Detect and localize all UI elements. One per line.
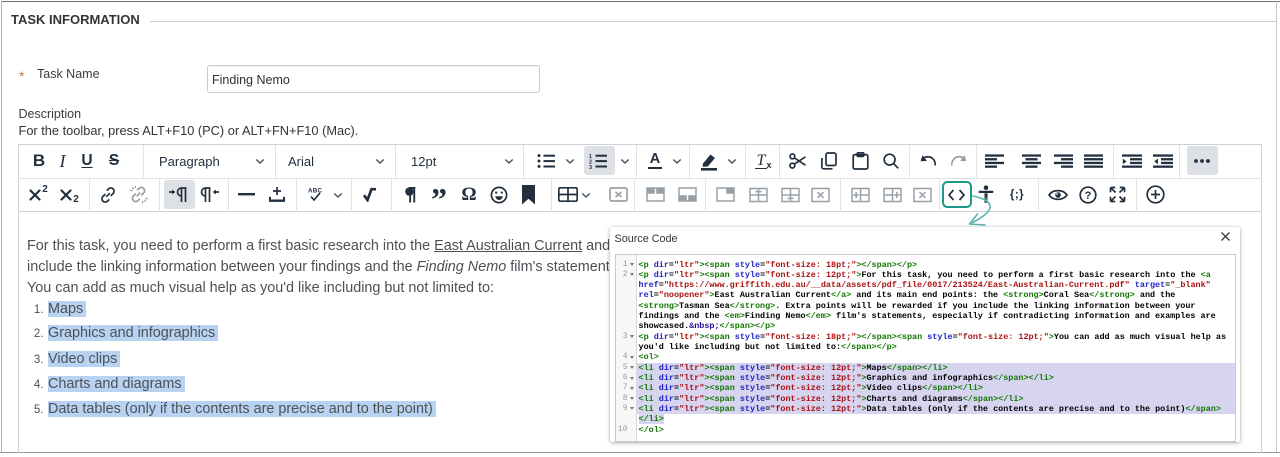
svg-text:ABC: ABC bbox=[308, 187, 323, 194]
svg-text:?: ? bbox=[1085, 190, 1092, 202]
svg-text:3: 3 bbox=[589, 165, 592, 169]
